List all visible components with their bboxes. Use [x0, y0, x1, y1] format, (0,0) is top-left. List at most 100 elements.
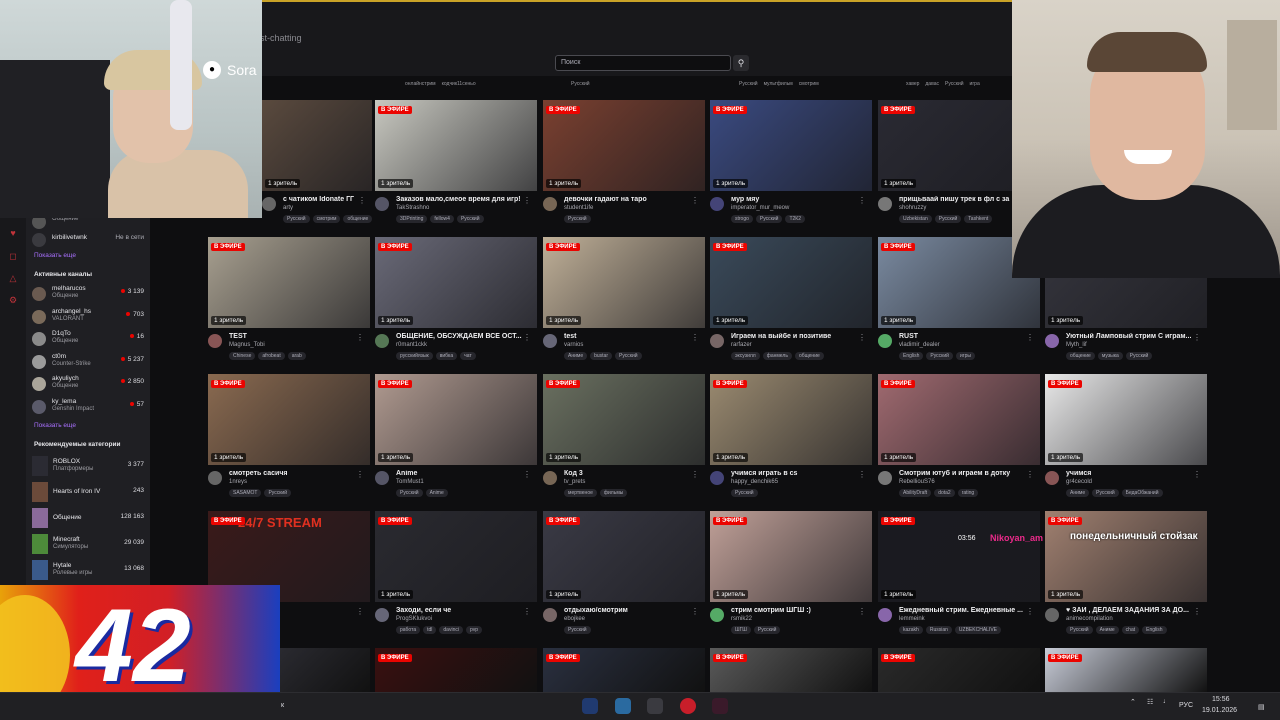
streamer-name[interactable]: animecompilation — [1066, 616, 1113, 622]
stream-title[interactable]: мур мяу — [731, 196, 871, 203]
tag[interactable]: SASAMOT — [229, 489, 262, 497]
tag[interactable]: ШГШ — [731, 626, 751, 634]
tag[interactable]: Русский — [456, 215, 484, 223]
sidebar-category[interactable]: Minecraft Симуляторы 29 039 — [32, 533, 144, 555]
tag[interactable]: общение — [343, 215, 373, 223]
more-options-icon[interactable]: ⋮ — [691, 607, 699, 616]
capcut-icon[interactable] — [647, 698, 663, 714]
more-options-icon[interactable]: ⋮ — [858, 607, 866, 616]
tag[interactable]: tdl — [423, 626, 437, 634]
streamer-name[interactable]: TomMust1 — [396, 479, 424, 485]
stream-thumbnail[interactable] — [280, 648, 370, 692]
stream-title[interactable]: TEST — [229, 333, 369, 340]
streamer-name[interactable]: rarfazer — [731, 342, 752, 348]
stream-title[interactable]: RUST — [899, 333, 1039, 340]
tag[interactable]: rating — [957, 489, 979, 497]
stream-card[interactable]: В ЭФИРЕ 1 зритель Заходи, если че ProgSKluk… — [375, 511, 537, 643]
streamer-name[interactable]: TakStrashno — [396, 205, 429, 211]
tag[interactable]: Аниме — [564, 352, 588, 360]
avatar[interactable] — [543, 334, 557, 348]
stream-title[interactable]: test — [564, 333, 704, 340]
tag[interactable]: AbilityDraft — [899, 489, 932, 497]
tag[interactable]: Русский — [731, 489, 758, 497]
more-options-icon[interactable]: ⋮ — [1193, 333, 1201, 342]
avatar[interactable] — [1045, 608, 1059, 622]
stream-card[interactable]: В ЭФИРЕ 1 зритель Играем на выйбе и позити… — [710, 237, 872, 369]
stream-title[interactable]: учимся играть в cs — [731, 470, 871, 477]
tag[interactable]: смотрим — [799, 81, 819, 91]
stream-title[interactable]: Код 3 — [564, 470, 704, 477]
sidebar-channel[interactable]: ky_lema Genshin Impact 57 — [32, 397, 144, 417]
stream-card[interactable]: В ЭФИРЕ 1 зритель Ежедневный стрим. Ежедне… — [878, 511, 1040, 643]
avatar[interactable] — [375, 471, 389, 485]
streamer-name[interactable]: vladimir_dealer — [899, 342, 940, 348]
tag[interactable]: Русский — [945, 81, 964, 91]
tag[interactable]: Аниме — [1095, 626, 1119, 634]
tag[interactable]: онлайнстрим — [405, 81, 436, 91]
tag[interactable]: Chinese — [229, 352, 256, 360]
more-options-icon[interactable]: ⋮ — [356, 607, 364, 616]
more-options-icon[interactable]: ⋮ — [356, 470, 364, 479]
tag[interactable]: arab — [287, 352, 306, 360]
search-input[interactable]: Поиск — [555, 55, 731, 71]
stream-thumbnail[interactable]: В ЭФИРЕ 1 зритель — [543, 100, 705, 191]
tag[interactable]: игры — [955, 352, 975, 360]
tag[interactable]: Русский — [1092, 489, 1119, 497]
stream-title[interactable]: стрим смотрим ШГШ :) — [731, 607, 871, 614]
stream-card[interactable]: В ЭФИРЕ 1 зритель ОБЩЕНИЕ, ОБСУЖДАЕМ ВСЕ О… — [375, 237, 537, 369]
stream-title[interactable]: Уютный Ламповый стрим С играм... — [1066, 333, 1206, 340]
more-options-icon[interactable]: ⋮ — [1026, 470, 1034, 479]
stream-title[interactable]: отдыхаю/смотрим — [564, 607, 704, 614]
tag[interactable]: Anime — [425, 489, 448, 497]
stream-thumbnail[interactable]: В ЭФИРЕ 1 зритель — [375, 374, 537, 465]
tray-language[interactable]: РУС — [1179, 702, 1193, 709]
streamer-name[interactable]: gr4cecold — [1066, 479, 1092, 485]
avatar[interactable] — [543, 197, 557, 211]
streamer-name[interactable]: 1nreys — [229, 479, 247, 485]
stream-card[interactable]: В ЭФИРЕ 1 зритель Смотрим ютуб и играем в … — [878, 374, 1040, 506]
tag[interactable]: Русский — [564, 215, 591, 223]
stream-title[interactable]: ♥ ЗАЙ , ДЕЛАЕМ ЗАДАНИЯ ЗА ДО... — [1066, 607, 1206, 614]
stream-thumbnail[interactable]: В ЭФИРЕ — [543, 648, 705, 692]
stream-thumbnail[interactable]: В ЭФИРЕ 1 зритель — [878, 374, 1040, 465]
stream-thumbnail[interactable]: В ЭФИРЕ 1 зритель — [208, 374, 370, 465]
tag[interactable]: Русский — [396, 489, 423, 497]
tag[interactable]: БедаОбжаний — [1121, 489, 1163, 497]
stream-title[interactable]: Anime — [396, 470, 536, 477]
sidebar-category[interactable]: Общение 128 163 — [32, 507, 144, 529]
tag[interactable]: чат — [460, 352, 476, 360]
tag[interactable]: Русский — [753, 626, 781, 634]
tag[interactable]: хавер — [906, 81, 919, 91]
tray-speaker-icon[interactable]: ♩ — [1163, 698, 1170, 705]
streamer-name[interactable]: ProgSKlukvoi — [396, 616, 432, 622]
tag[interactable]: Русский — [755, 215, 783, 223]
stream-card[interactable]: В ЭФИРЕ 1 зритель Заказов мало,смеое время… — [375, 100, 537, 232]
stream-thumbnail[interactable]: В ЭФИРЕ 1 зритель — [375, 237, 537, 328]
tag[interactable]: смотрим — [312, 215, 341, 223]
tag[interactable]: Русский — [564, 626, 591, 634]
tag[interactable]: Русский — [1125, 352, 1153, 360]
stream-title[interactable]: Ежедневный стрим. Ежедневные ... — [899, 607, 1039, 614]
tray-up-chevron-icon[interactable]: ⌃ — [1130, 698, 1136, 706]
tag[interactable]: русскийязык — [396, 352, 433, 360]
tag[interactable]: Uzbekistan — [899, 215, 932, 223]
stream-thumbnail[interactable]: В ЭФИРЕ 1 зритель — [543, 374, 705, 465]
avatar[interactable] — [375, 197, 389, 211]
tag[interactable]: эксузилл — [731, 352, 760, 360]
stream-thumbnail[interactable]: В ЭФИРЕ 1 зритель — [208, 237, 370, 328]
show-more-link[interactable]: Показать еще — [34, 422, 76, 429]
avatar[interactable] — [878, 471, 892, 485]
stream-thumbnail[interactable]: В ЭФИРЕ 1 зритель — [375, 100, 537, 191]
streamer-name[interactable]: varnios — [564, 342, 583, 348]
stream-card[interactable]: В ЭФИРЕ 1 зритель стрим смотрим ШГШ :) rsmi… — [710, 511, 872, 643]
tag[interactable]: работа — [396, 626, 421, 634]
stream-card[interactable]: В ЭФИРЕ 1 зритель учимся gr4cecold Аниме Русс… — [1045, 374, 1207, 506]
tray-network-icon[interactable]: ☷ — [1147, 698, 1153, 706]
more-options-icon[interactable]: ⋮ — [691, 470, 699, 479]
tag[interactable]: общение — [794, 352, 824, 360]
breadcrumb[interactable]: st-chatting — [260, 33, 302, 43]
tag[interactable]: музыка — [1097, 352, 1123, 360]
more-options-icon[interactable]: ⋮ — [1026, 607, 1034, 616]
stream-card[interactable]: В ЭФИРЕ 1 зритель мур мяу imperator_mur_meo… — [710, 100, 872, 232]
tag[interactable]: кодчик11сеньо — [442, 81, 476, 91]
